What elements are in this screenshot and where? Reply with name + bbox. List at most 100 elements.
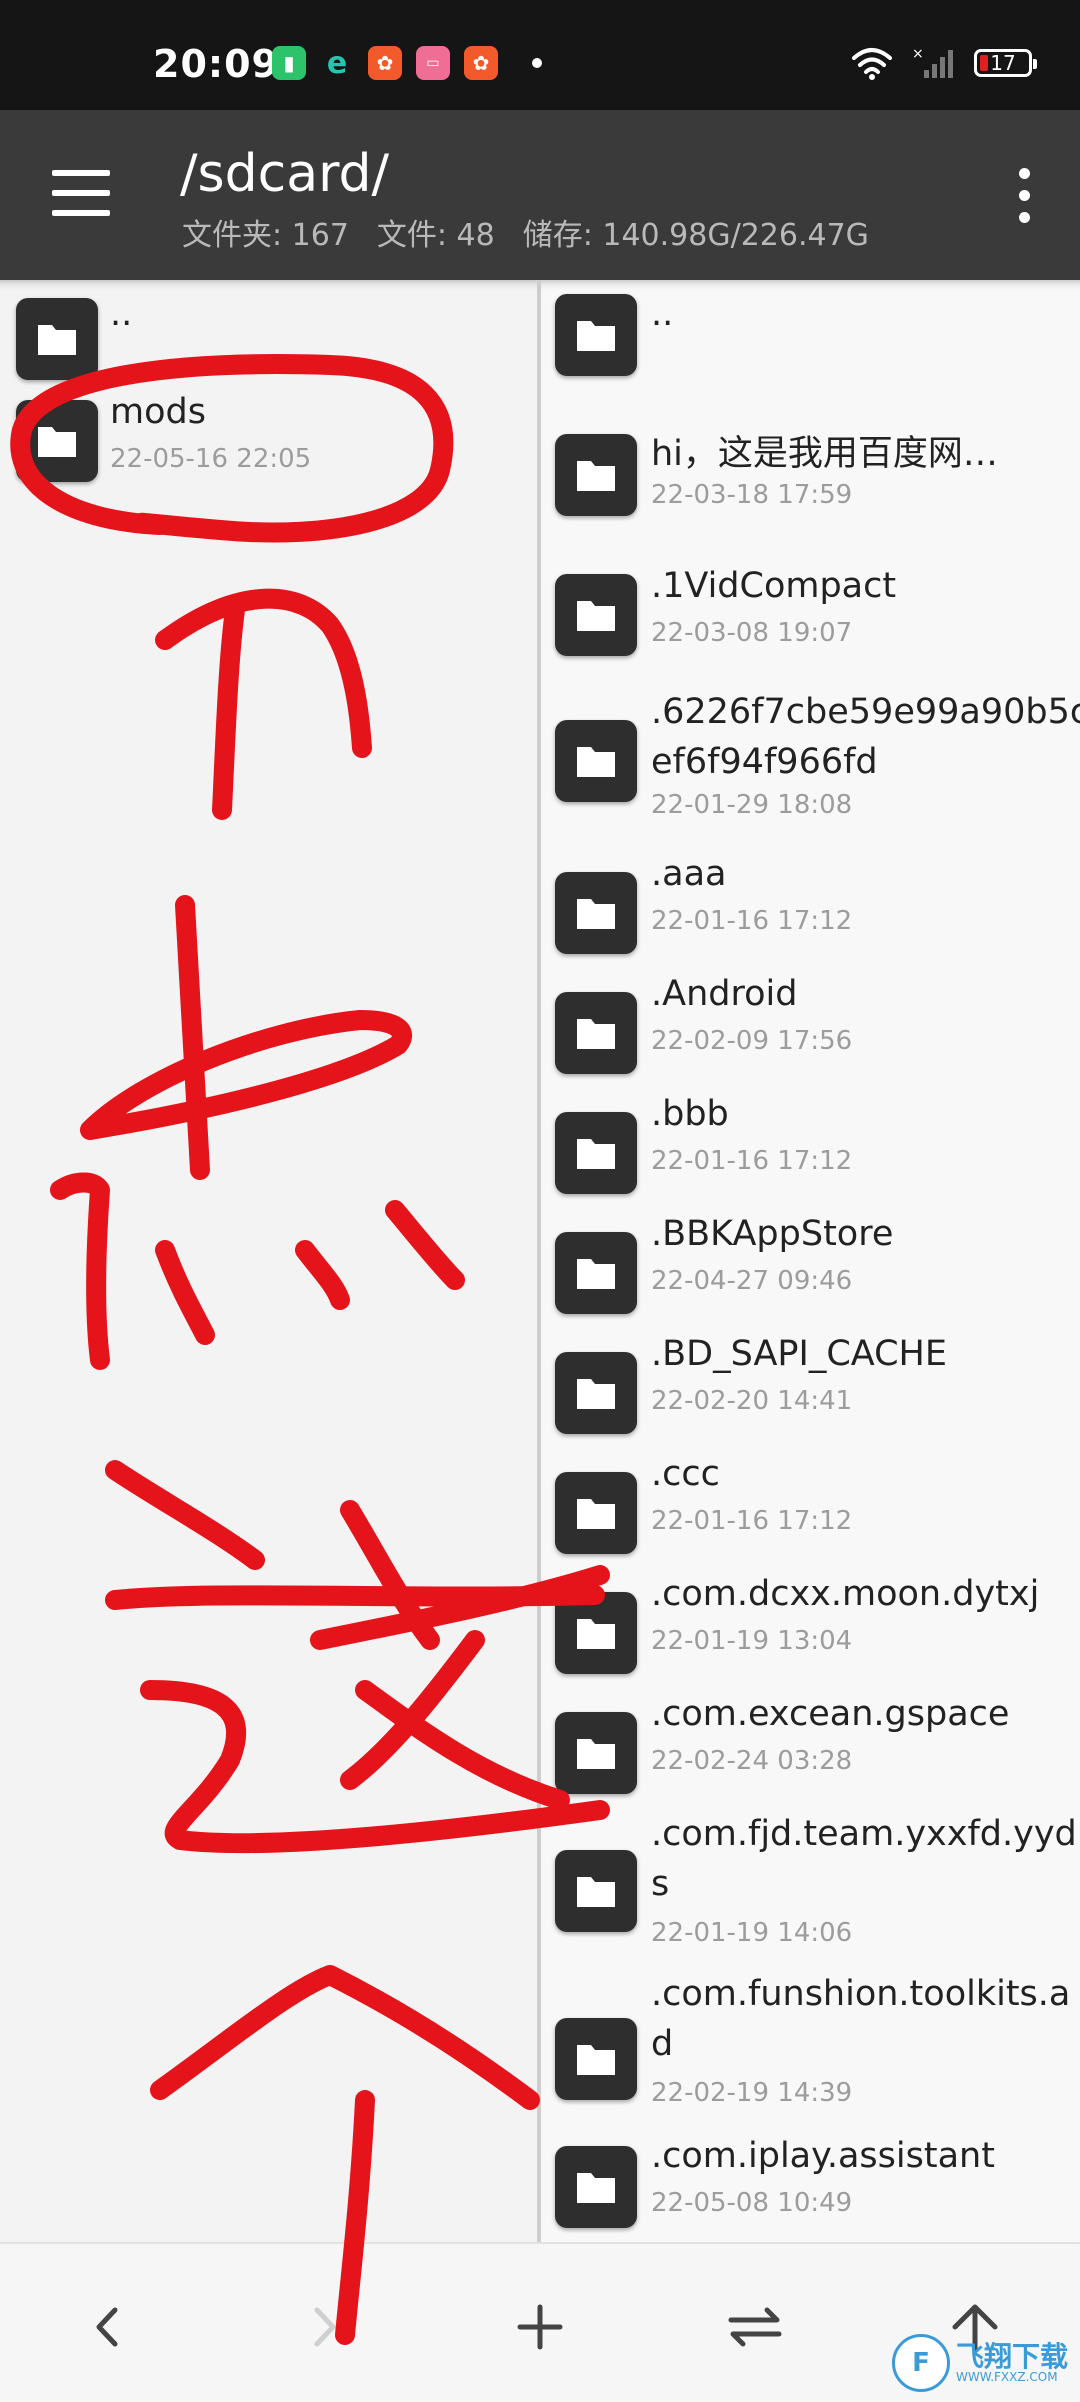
more-vert-icon xyxy=(1019,168,1030,179)
menu-icon-bar xyxy=(52,190,110,196)
kuaishou-icon: ✿ xyxy=(464,46,498,80)
list-item[interactable]: .BBKAppStore 22-04-27 09:46 xyxy=(541,1210,1080,1320)
site-watermark: F 飞翔下载 WWW.FXXZ.COM xyxy=(891,2334,1068,2392)
item-name: .. xyxy=(110,294,133,334)
folder-icon xyxy=(555,1712,637,1794)
watermark-en: WWW.FXXZ.COM xyxy=(955,2370,1058,2384)
app-bar: /sdcard/ 文件夹: 167 文件: 48 储存: 140.98G/226… xyxy=(0,110,1080,280)
list-item[interactable]: .ccc 22-01-16 17:12 xyxy=(541,1450,1080,1560)
item-date: 22-04-27 09:46 xyxy=(651,1266,853,1296)
item-name: .com.dcxx.moon.dytxj xyxy=(651,1574,1040,1614)
list-item[interactable]: .Android 22-02-09 17:56 xyxy=(541,970,1080,1080)
right-file-pane[interactable]: .. hi，这是我用百度网… 22-03-18 17:59 .1VidCompa… xyxy=(541,280,1080,2242)
list-item[interactable]: .BD_SAPI_CACHE 22-02-20 14:41 xyxy=(541,1330,1080,1440)
folder-icon xyxy=(555,720,637,802)
item-name: .com.funshion.toolkits.a xyxy=(651,1974,1071,2014)
menu-icon xyxy=(52,170,110,176)
list-item[interactable]: .aaa 22-01-16 17:12 xyxy=(541,850,1080,960)
list-item[interactable]: hi，这是我用百度网… 22-03-18 17:59 xyxy=(541,430,1080,540)
watermark-text: 飞翔下载 WWW.FXXZ.COM xyxy=(955,2340,1068,2384)
item-date: 22-02-24 03:28 xyxy=(651,1746,853,1776)
bottom-toolbar: F 飞翔下载 WWW.FXXZ.COM xyxy=(0,2242,1080,2402)
folder-icon xyxy=(555,872,637,954)
folder-icon xyxy=(555,1592,637,1674)
wifi-icon xyxy=(852,48,892,80)
more-vert-dot xyxy=(1019,212,1030,223)
folder-icon xyxy=(555,574,637,656)
battery-saver-icon: ▮ xyxy=(272,46,306,80)
watermark-cn: 飞翔下载 xyxy=(955,2340,1068,2373)
list-item[interactable]: .com.iplay.assistant 22-05-08 10:49 xyxy=(541,2132,1080,2242)
item-date: 22-02-19 14:39 xyxy=(651,2078,853,2108)
menu-icon-bar xyxy=(52,210,110,216)
folder-icon xyxy=(555,1472,637,1554)
folder-icon xyxy=(16,400,98,482)
item-date: 22-05-08 10:49 xyxy=(651,2188,853,2218)
item-date: 22-01-16 17:12 xyxy=(651,906,853,936)
folder-icon xyxy=(555,992,637,1074)
current-path: /sdcard/ xyxy=(180,144,390,204)
folder-icon xyxy=(555,294,637,376)
swap-button[interactable] xyxy=(720,2292,790,2362)
list-item-mods[interactable]: mods 22-05-16 22:05 xyxy=(0,388,537,498)
item-name: .com.iplay.assistant xyxy=(651,2136,995,2176)
file-count: 文件: 48 xyxy=(376,218,495,253)
status-bar: 20:09 ▮ e ✿ ▭ ✿ × 17 xyxy=(0,0,1080,110)
item-name: .bbb xyxy=(651,1094,729,1134)
menu-button[interactable] xyxy=(52,170,112,218)
item-date: 22-02-20 14:41 xyxy=(651,1386,853,1416)
item-date: 22-01-16 17:12 xyxy=(651,1506,853,1536)
item-date: 22-01-19 14:06 xyxy=(651,1918,853,1948)
more-notifications-dot xyxy=(532,58,542,68)
more-options-button[interactable] xyxy=(1016,168,1032,228)
svg-text:×: × xyxy=(912,46,924,62)
back-button[interactable] xyxy=(72,2292,142,2362)
item-date: 22-01-16 17:12 xyxy=(651,1146,853,1176)
folder-icon xyxy=(555,1352,637,1434)
item-name: .ccc xyxy=(651,1454,720,1494)
item-date: 22-02-09 17:56 xyxy=(651,1026,853,1056)
list-item[interactable]: .com.funshion.toolkits.a d 22-02-19 14:3… xyxy=(541,1970,1080,2130)
list-item[interactable]: .bbb 22-01-16 17:12 xyxy=(541,1090,1080,1200)
signal-icon: × xyxy=(912,46,953,78)
item-date: 22-01-19 13:04 xyxy=(651,1626,853,1656)
list-item[interactable]: .1VidCompact 22-03-08 19:07 xyxy=(541,562,1080,672)
folder-count: 文件夹: 167 xyxy=(182,218,349,253)
item-date: 22-03-08 19:07 xyxy=(651,618,853,648)
list-item[interactable]: .com.fjd.team.yxxfd.yyd s 22-01-19 14:06 xyxy=(541,1810,1080,1970)
item-date: 22-03-18 17:59 xyxy=(651,480,853,510)
battery-level: 17 xyxy=(990,51,1016,75)
back-icon xyxy=(96,2307,118,2347)
storage-usage: 储存: 140.98G/226.47G xyxy=(522,218,869,253)
item-name: hi，这是我用百度网… xyxy=(651,434,998,474)
path-stats: 文件夹: 167 文件: 48 储存: 140.98G/226.47G xyxy=(182,210,869,254)
list-item-parent[interactable]: .. xyxy=(541,280,1080,400)
folder-icon xyxy=(555,1112,637,1194)
item-name: mods xyxy=(110,392,206,432)
item-name-line2: d xyxy=(651,2024,674,2064)
battery-icon: 17 xyxy=(974,49,1037,77)
status-time: 20:09 xyxy=(153,42,279,86)
item-date: 22-05-16 22:05 xyxy=(110,444,312,474)
list-item[interactable]: .6226f7cbe59e99a90b5c ef6f94f966fd 22-01… xyxy=(541,680,1080,840)
item-name-line2: s xyxy=(651,1864,670,1904)
bilibili-icon: ▭ xyxy=(416,46,450,80)
swap-icon xyxy=(728,2307,782,2347)
list-item[interactable]: .com.dcxx.moon.dytxj 22-01-19 13:04 xyxy=(541,1570,1080,1680)
list-item-parent[interactable]: .. xyxy=(0,280,537,380)
folder-icon xyxy=(555,2018,637,2100)
more-vert-dot xyxy=(1019,190,1030,201)
item-date: 22-01-29 18:08 xyxy=(651,790,853,820)
list-item[interactable]: .com.excean.gspace 22-02-24 03:28 xyxy=(541,1690,1080,1800)
item-name-line2: ef6f94f966fd xyxy=(651,742,878,782)
left-file-pane[interactable]: .. mods 22-05-16 22:05 xyxy=(0,280,537,2242)
folder-icon xyxy=(16,298,98,380)
notification-icons: ▮ e ✿ ▭ ✿ xyxy=(272,45,542,81)
browser-e-icon: e xyxy=(326,45,348,81)
forward-button[interactable] xyxy=(290,2292,360,2362)
item-name: .com.fjd.team.yxxfd.yyd xyxy=(651,1814,1077,1854)
forward-icon xyxy=(314,2307,336,2347)
add-button[interactable] xyxy=(505,2292,575,2362)
item-name: .. xyxy=(651,294,674,334)
folder-icon xyxy=(555,1850,637,1932)
